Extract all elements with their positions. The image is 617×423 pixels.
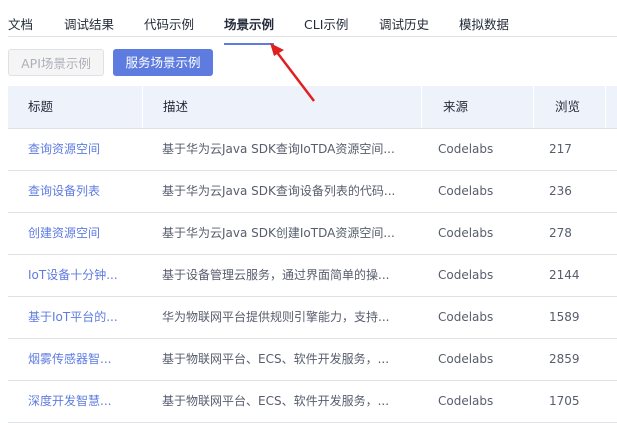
red-arrow-annotation [270,43,315,102]
